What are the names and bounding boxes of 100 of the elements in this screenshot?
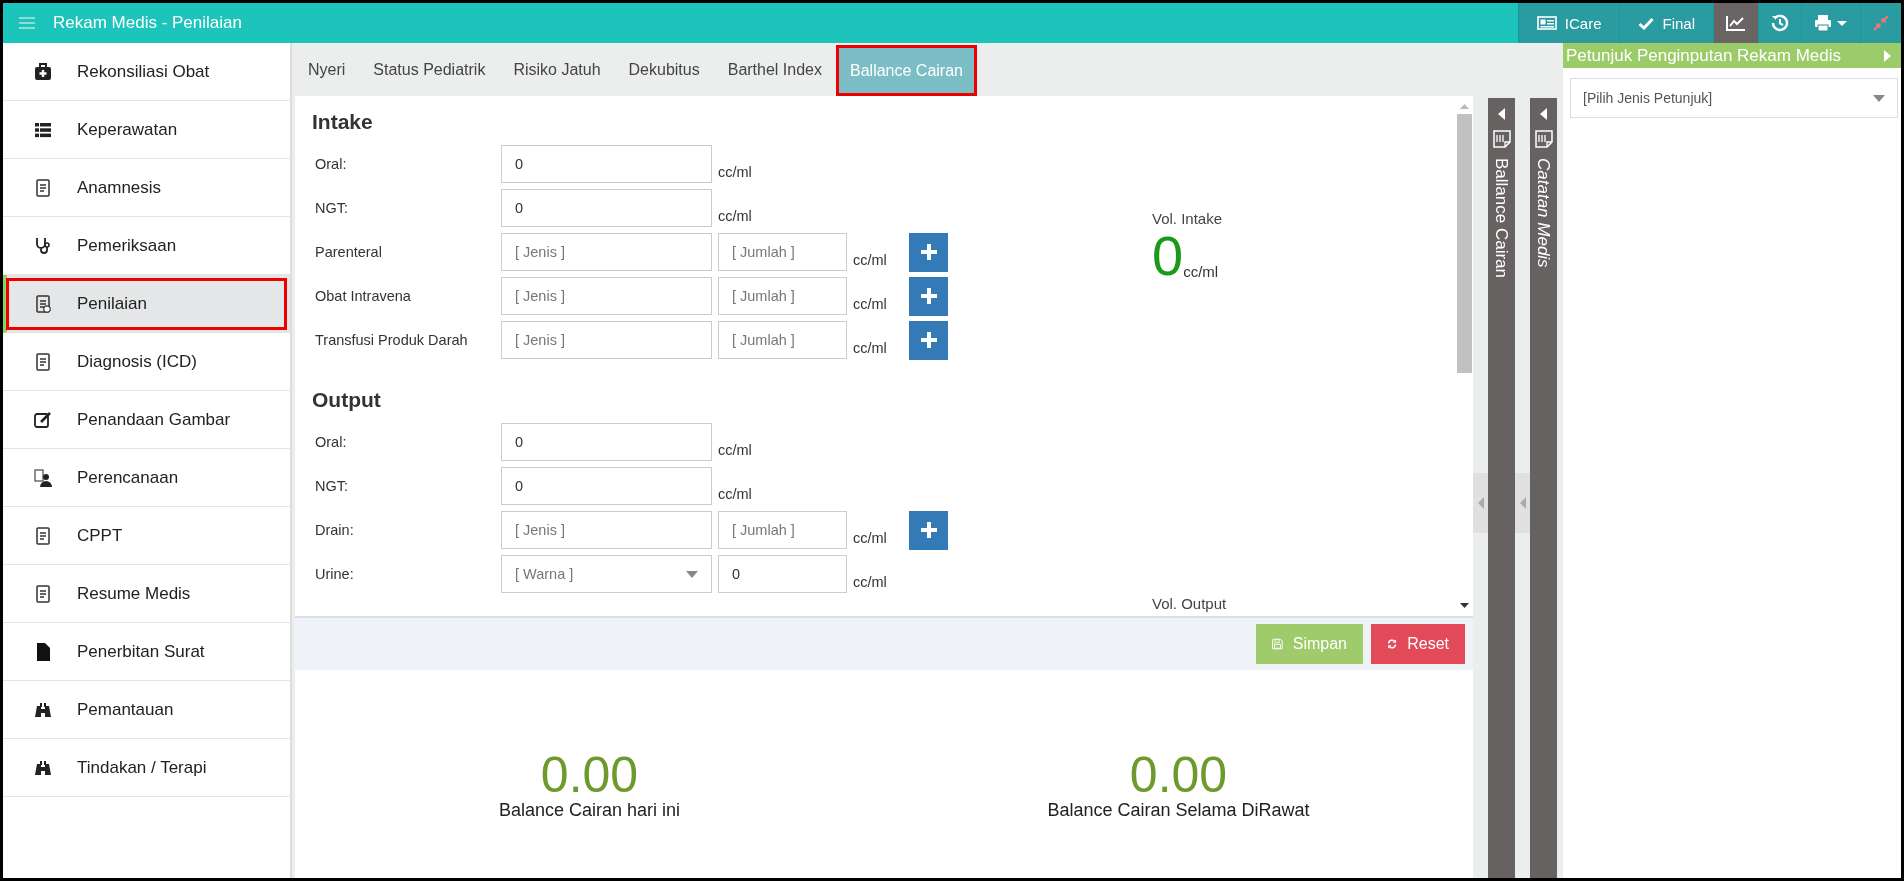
line-chart-icon — [1726, 15, 1746, 31]
unit-label: cc/ml — [718, 208, 753, 224]
section-heading: Intake — [312, 110, 374, 134]
sidebar-item[interactable]: Penandaan Gambar — [3, 391, 290, 449]
caret-icon — [1873, 94, 1885, 102]
input-field[interactable]: [ Jenis ] — [501, 277, 712, 315]
id-card-icon — [1536, 16, 1557, 30]
unit-label: cc/ml — [853, 340, 888, 356]
sidebar-item[interactable]: Perencanaan — [3, 449, 290, 507]
person-icon — [33, 467, 53, 488]
balance-value: 0.00 — [1129, 750, 1228, 800]
left-triangle-icon — [1519, 497, 1526, 509]
tab[interactable]: Status Pediatrik — [359, 43, 500, 96]
history-icon — [1771, 14, 1789, 32]
input-field[interactable]: 0 — [501, 467, 712, 505]
dropdown[interactable]: [Pilih Jenis Petunjuk] — [1570, 78, 1898, 118]
window-title: Rekam Medis - Penilaian — [53, 13, 242, 33]
unit-label: cc/ml — [1183, 263, 1219, 280]
unit-label: cc/ml — [718, 486, 753, 502]
sidebar-item[interactable]: Tindakan / Terapi — [3, 739, 290, 797]
plus-icon — [919, 331, 938, 349]
field-label: NGT: — [314, 200, 350, 216]
section-heading: Output — [312, 388, 382, 412]
plus-icon — [919, 521, 938, 539]
collapse-handle[interactable] — [1515, 473, 1530, 533]
sidebar-item[interactable]: Pemantauan — [3, 681, 290, 739]
balance-label: Balance Cairan hari ini — [498, 800, 681, 821]
input-field[interactable]: [ Jenis ] — [501, 321, 712, 359]
plus-icon — [919, 287, 938, 305]
note-icon — [1534, 130, 1553, 148]
unit-label: cc/ml — [853, 252, 888, 268]
field-label: Oral: — [314, 434, 348, 450]
sidebar-item[interactable]: Rekonsiliasi Obat — [3, 43, 290, 101]
dropdown[interactable]: [ Warna ] — [501, 555, 712, 593]
first-aid-kit-icon — [33, 61, 53, 82]
history-button[interactable] — [1758, 3, 1801, 43]
field-label: NGT: — [314, 478, 350, 494]
input-field[interactable]: 0 — [501, 145, 712, 183]
field-label: Parenteral — [314, 244, 383, 260]
scroll-up-icon — [1460, 104, 1469, 109]
tab[interactable]: Nyeri — [294, 43, 360, 96]
sidebar-item[interactable]: Resume Medis — [3, 565, 290, 623]
sidebar-item[interactable]: Keperawatan — [3, 101, 290, 159]
input-field[interactable]: [ Jenis ] — [501, 511, 712, 549]
right-triangle-icon — [1884, 49, 1891, 62]
volume-label: Vol. Output — [1152, 595, 1228, 612]
reset-button[interactable]: Reset — [1371, 624, 1465, 664]
unit-label: cc/ml — [718, 442, 753, 458]
checked-document-icon — [33, 293, 53, 314]
input-field[interactable]: [ Jumlah ] — [718, 321, 847, 359]
document-icon — [33, 583, 53, 604]
compress-icon — [1873, 15, 1889, 31]
input-field[interactable]: 0 — [501, 189, 712, 227]
left-triangle-icon — [1540, 108, 1547, 120]
sidebar-item[interactable]: Penilaian — [3, 275, 290, 333]
input-field[interactable]: [ Jumlah ] — [718, 511, 847, 549]
field-label: Oral: — [314, 156, 348, 172]
volume-value: 0 — [1152, 228, 1184, 284]
tab[interactable]: Barthel Index — [713, 43, 836, 96]
add-button[interactable] — [909, 510, 948, 550]
field-label: Transfusi Produk Darah — [314, 332, 469, 348]
unit-label: cc/ml — [853, 530, 888, 546]
sidebar-item[interactable]: Diagnosis (ICD) — [3, 333, 290, 391]
balance-value: 0.00 — [540, 750, 639, 800]
unit-label: cc/ml — [853, 296, 888, 312]
edit-icon — [33, 409, 53, 430]
collapse-handle[interactable] — [1473, 473, 1488, 533]
unit-label: cc/ml — [853, 574, 888, 590]
clipboard-icon — [33, 177, 53, 198]
sidebar-item[interactable]: CPPT — [3, 507, 290, 565]
print-button[interactable] — [1801, 3, 1860, 43]
balance-label: Balance Cairan Selama DiRawat — [1047, 800, 1310, 821]
caret-icon — [686, 570, 698, 578]
unit-label: cc/ml — [718, 164, 753, 180]
side-panel-tab[interactable]: Ballance Cairan — [1488, 98, 1515, 878]
input-field[interactable]: 0 — [501, 423, 712, 461]
input-field[interactable]: 0 — [718, 555, 847, 593]
scroll-down-icon — [1460, 603, 1469, 608]
left-triangle-icon — [1477, 497, 1484, 509]
add-button[interactable] — [909, 276, 948, 316]
note-icon — [1492, 130, 1511, 148]
add-button[interactable] — [909, 320, 948, 360]
chart-button[interactable] — [1713, 3, 1758, 43]
sidebar-item[interactable]: Penerbitan Surat — [3, 623, 290, 681]
input-field[interactable]: [ Jumlah ] — [718, 277, 847, 315]
side-panel-tab[interactable]: Catatan Medis — [1530, 98, 1557, 878]
stethoscope-icon — [33, 235, 53, 256]
field-label: Drain: — [314, 522, 355, 538]
input-field[interactable]: [ Jumlah ] — [718, 233, 847, 271]
print-icon — [1814, 14, 1848, 32]
plus-icon — [919, 243, 938, 261]
left-triangle-icon — [1498, 108, 1505, 120]
tab[interactable]: Risiko Jatuh — [499, 43, 615, 96]
sidebar-item[interactable]: Anamnesis — [3, 159, 290, 217]
input-field[interactable]: [ Jenis ] — [501, 233, 712, 271]
check-icon — [1638, 16, 1655, 30]
add-button[interactable] — [909, 232, 948, 272]
volume-label: Vol. Intake — [1152, 210, 1223, 227]
tab[interactable]: Dekubitus — [614, 43, 714, 96]
field-label: Obat Intravena — [314, 288, 412, 304]
